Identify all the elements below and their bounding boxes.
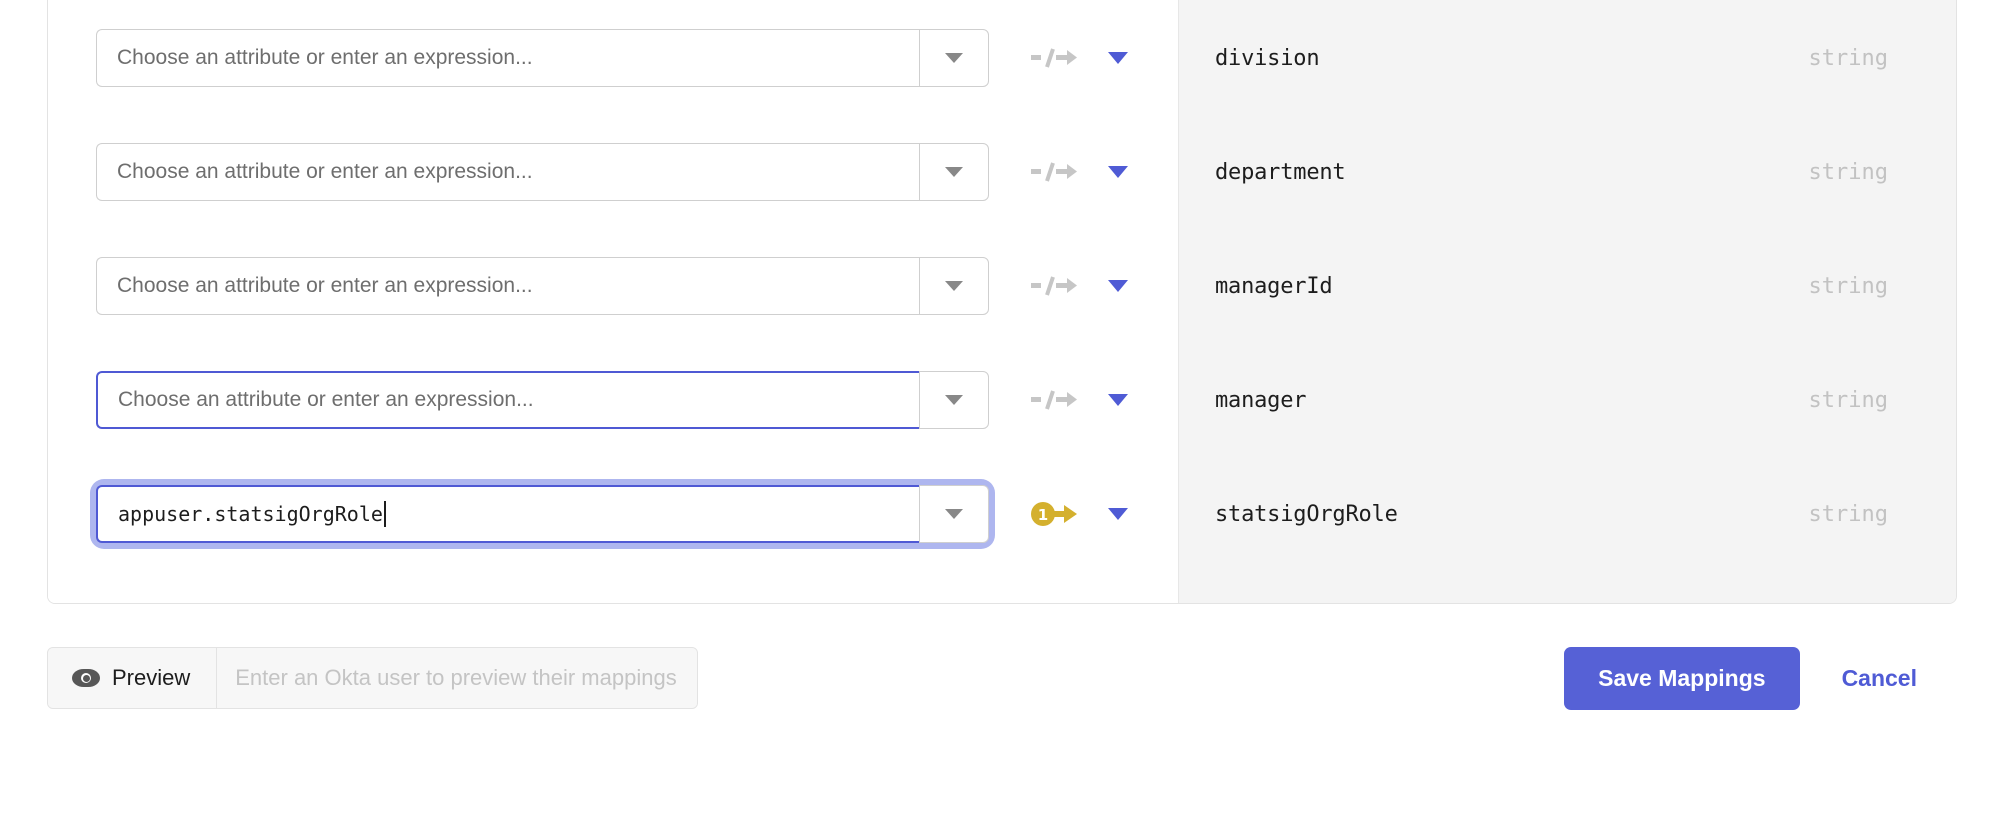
text-cursor bbox=[384, 501, 386, 527]
attribute-type: string bbox=[1809, 388, 1888, 413]
row-menu-button-3[interactable] bbox=[1105, 387, 1131, 413]
unmapped-arrow-icon bbox=[1031, 43, 1077, 73]
svg-text:1: 1 bbox=[1038, 506, 1048, 524]
expressions-pane: Choose an attribute or enter an expressi… bbox=[48, 0, 1178, 603]
chevron-down-icon bbox=[945, 281, 963, 291]
attribute-name: managerId bbox=[1215, 274, 1332, 299]
expression-dropdown-button-1[interactable] bbox=[919, 143, 989, 201]
expression-dropdown-button-0[interactable] bbox=[919, 29, 989, 87]
attribute-name: division bbox=[1215, 46, 1319, 71]
expression-combobox-2[interactable]: Choose an attribute or enter an expressi… bbox=[96, 257, 989, 315]
attribute-type: string bbox=[1809, 274, 1888, 299]
save-mappings-button[interactable]: Save Mappings bbox=[1564, 647, 1799, 710]
chevron-down-icon bbox=[945, 53, 963, 63]
expression-dropdown-button-3[interactable] bbox=[919, 371, 989, 429]
expression-input-1[interactable]: Choose an attribute or enter an expressi… bbox=[96, 143, 919, 201]
apply-once-arrow-icon: 1 bbox=[1031, 499, 1077, 529]
attribute-name: department bbox=[1215, 160, 1345, 185]
caret-down-icon bbox=[1108, 508, 1128, 520]
chevron-down-icon bbox=[945, 509, 963, 519]
expression-input-0[interactable]: Choose an attribute or enter an expressi… bbox=[96, 29, 919, 87]
expression-input-2[interactable]: Choose an attribute or enter an expressi… bbox=[96, 257, 919, 315]
mappings-footer: Preview Enter an Okta user to preview th… bbox=[47, 643, 1957, 713]
attribute-type: string bbox=[1809, 160, 1888, 185]
footer-actions: Save Mappings Cancel bbox=[1564, 647, 1957, 710]
expression-dropdown-button-4[interactable] bbox=[919, 485, 989, 543]
preview-user-input[interactable]: Enter an Okta user to preview their mapp… bbox=[217, 648, 697, 708]
mapping-row: Choose an attribute or enter an expressi… bbox=[48, 343, 1178, 457]
unmapped-arrow-icon bbox=[1031, 385, 1077, 415]
unmapped-arrow-icon bbox=[1031, 157, 1077, 187]
expression-combobox-3[interactable]: Choose an attribute or enter an expressi… bbox=[96, 371, 989, 429]
row-menu-button-2[interactable] bbox=[1105, 273, 1131, 299]
attribute-row: managerId string bbox=[1179, 229, 1956, 343]
mapping-row: Choose an attribute or enter an expressi… bbox=[48, 115, 1178, 229]
attribute-type: string bbox=[1809, 502, 1888, 527]
expression-combobox-1[interactable]: Choose an attribute or enter an expressi… bbox=[96, 143, 989, 201]
caret-down-icon bbox=[1108, 52, 1128, 64]
chevron-down-icon bbox=[945, 167, 963, 177]
unmapped-arrow-icon bbox=[1031, 271, 1077, 301]
attribute-type: string bbox=[1809, 46, 1888, 71]
expression-input-4-value: appuser.statsigOrgRole bbox=[118, 502, 383, 526]
attribute-mappings-screen: Choose an attribute or enter an expressi… bbox=[0, 0, 2004, 830]
attribute-name: statsigOrgRole bbox=[1215, 502, 1398, 527]
preview-button[interactable]: Preview bbox=[48, 648, 217, 708]
expression-input-4[interactable]: appuser.statsigOrgRole bbox=[96, 485, 919, 543]
expression-dropdown-button-2[interactable] bbox=[919, 257, 989, 315]
preview-button-label: Preview bbox=[112, 665, 190, 691]
row-menu-button-1[interactable] bbox=[1105, 159, 1131, 185]
caret-down-icon bbox=[1108, 394, 1128, 406]
caret-down-icon bbox=[1108, 166, 1128, 178]
expression-combobox-4[interactable]: appuser.statsigOrgRole bbox=[96, 485, 989, 543]
attribute-name: manager bbox=[1215, 388, 1306, 413]
mappings-card: Choose an attribute or enter an expressi… bbox=[47, 0, 1957, 604]
row-menu-button-0[interactable] bbox=[1105, 45, 1131, 71]
attribute-row: department string bbox=[1179, 115, 1956, 229]
attribute-row: statsigOrgRole string bbox=[1179, 457, 1956, 571]
attribute-row: division string bbox=[1179, 1, 1956, 115]
expression-combobox-0[interactable]: Choose an attribute or enter an expressi… bbox=[96, 29, 989, 87]
row-menu-button-4[interactable] bbox=[1105, 501, 1131, 527]
mapping-row: Choose an attribute or enter an expressi… bbox=[48, 1, 1178, 115]
chevron-down-icon bbox=[945, 395, 963, 405]
expression-input-3[interactable]: Choose an attribute or enter an expressi… bbox=[96, 371, 919, 429]
preview-group: Preview Enter an Okta user to preview th… bbox=[47, 647, 698, 709]
mapping-row: appuser.statsigOrgRole 1 bbox=[48, 457, 1178, 571]
eye-icon bbox=[72, 669, 100, 687]
attribute-row: manager string bbox=[1179, 343, 1956, 457]
cancel-link[interactable]: Cancel bbox=[1842, 665, 1917, 692]
caret-down-icon bbox=[1108, 280, 1128, 292]
attributes-pane: division string department string manage… bbox=[1178, 0, 1956, 603]
mapping-row: Choose an attribute or enter an expressi… bbox=[48, 229, 1178, 343]
